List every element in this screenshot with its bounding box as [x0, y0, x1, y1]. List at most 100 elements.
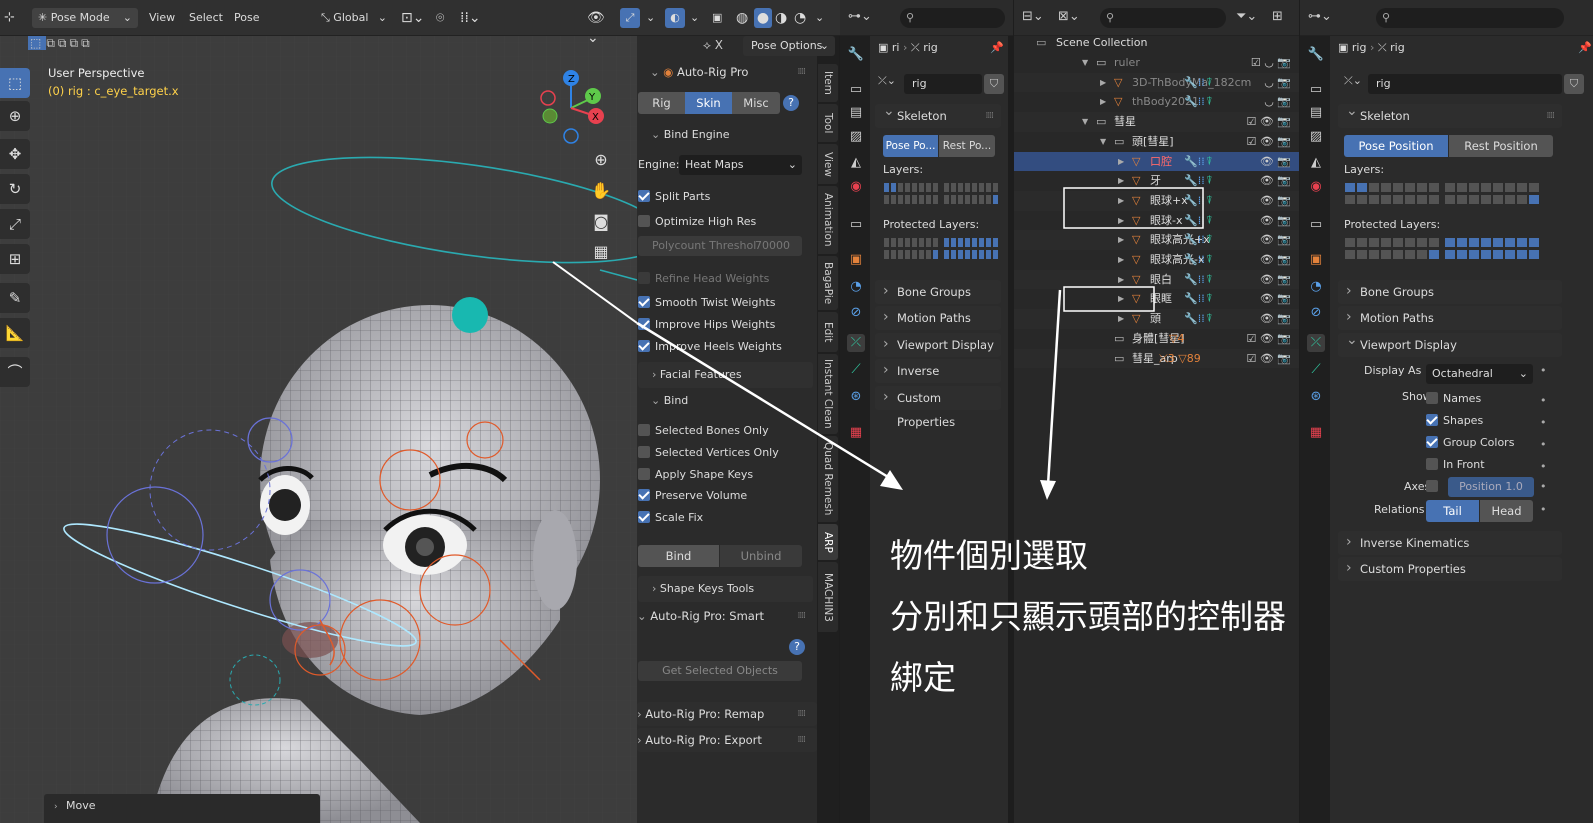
layer-toggle[interactable]	[1480, 194, 1492, 205]
visibility-icons[interactable]: 👁 📷	[1260, 250, 1291, 270]
relations-head-button[interactable]: Head	[1480, 500, 1533, 522]
layer-toggle[interactable]	[985, 237, 992, 248]
constraint-icon[interactable]: ⊘	[1307, 304, 1325, 322]
tab-misc[interactable]: Misc	[732, 92, 780, 114]
drag-handle-icon[interactable]: ⁞⁞⁞⁞	[798, 60, 807, 84]
bind-engine-header[interactable]: ⌄ Bind Engine	[651, 125, 816, 145]
layer-toggle[interactable]	[897, 249, 904, 260]
layer-toggle[interactable]	[1528, 194, 1540, 205]
drag-handle-icon[interactable]: ⁞⁞⁞⁞	[986, 104, 995, 128]
pan-hand-icon[interactable]: ✋	[587, 177, 615, 205]
tab-animation[interactable]: Animation	[818, 186, 838, 254]
outliner-search-input[interactable]: ⚲	[1100, 8, 1226, 28]
selected-vertices-only-checkbox[interactable]: Selected Vertices Only	[638, 443, 803, 463]
layer-toggle[interactable]	[1404, 182, 1416, 193]
datablock-field[interactable]: rig	[1368, 74, 1562, 94]
expand-right-icon[interactable]: ▶	[1118, 250, 1124, 270]
layer-toggle[interactable]	[964, 194, 971, 205]
outliner-row[interactable]: ▭ 彗星_arp ⤫3 ▽89 ☑ 👁 📷	[1014, 348, 1299, 369]
expand-right-icon[interactable]: ▶	[1118, 270, 1124, 290]
layer-toggle[interactable]	[1468, 237, 1480, 248]
outliner-row[interactable]: ▶ ▽ thBody2021 🔧⁞⁞ ⍒ ◡ 📷	[1014, 92, 1299, 112]
layer-toggle[interactable]	[1516, 194, 1528, 205]
mirror-x-icon[interactable]: ⟡ X	[703, 38, 723, 53]
view-layer-icon[interactable]: ▨	[1307, 128, 1325, 146]
armature-data-icon[interactable]: ⤫	[847, 334, 865, 352]
material-shading-icon[interactable]: ◑	[775, 8, 791, 28]
layer-toggle[interactable]	[1404, 249, 1416, 260]
layer-toggle[interactable]	[1416, 194, 1428, 205]
layer-toggle[interactable]	[1428, 194, 1440, 205]
snap-icon[interactable]: ⌾	[436, 8, 456, 28]
layer-toggle[interactable]	[943, 182, 950, 193]
layer-toggle[interactable]	[1344, 182, 1356, 193]
output-icon[interactable]: ▤	[1307, 104, 1325, 122]
layer-toggle[interactable]	[904, 249, 911, 260]
layer-toggle[interactable]	[992, 194, 999, 205]
layer-toggle[interactable]	[950, 237, 957, 248]
tab-machin3[interactable]: MACHIN3	[818, 562, 838, 632]
menu-pose[interactable]: Pose	[234, 8, 259, 28]
bone-layers-grid[interactable]	[1344, 182, 1544, 206]
search-input[interactable]: ⚲	[1376, 8, 1564, 28]
custom-properties-section[interactable]: Custom Properties	[1338, 556, 1562, 581]
help-icon[interactable]: ?	[789, 639, 805, 655]
layer-toggle[interactable]	[1404, 194, 1416, 205]
layer-toggle[interactable]	[1368, 194, 1380, 205]
layer-toggle[interactable]	[1356, 182, 1368, 193]
in-front-checkbox[interactable]: In Front	[1426, 455, 1591, 475]
transform-tool-icon[interactable]: ⊞	[0, 244, 30, 274]
layer-toggle[interactable]	[985, 182, 992, 193]
viewport-display-section[interactable]: Viewport Display	[1338, 328, 1562, 357]
arp-smart-header[interactable]: ⌄ Auto-Rig Pro: Smart ⁞⁞⁞⁞	[637, 604, 817, 628]
layer-toggle[interactable]	[1468, 249, 1480, 260]
outliner-row[interactable]: ▶ ▽ 眼白 🔧⁞⁞ ⍒ 👁 📷	[1014, 269, 1299, 290]
improve-heels-checkbox[interactable]: Improve Heels Weights	[638, 337, 803, 357]
display-as-dropdown[interactable]: Octahedral ⌄	[1426, 364, 1533, 384]
tab-view[interactable]: View	[818, 144, 838, 184]
layer-toggle[interactable]	[992, 182, 999, 193]
outliner-row[interactable]: ▶ ▽ 口腔 🔧⁞⁞ ⍒ 👁 📷	[1014, 151, 1299, 172]
layer-toggle[interactable]	[904, 237, 911, 248]
grid-ortho-icon[interactable]: ▦	[587, 238, 615, 266]
bone-constraint-icon[interactable]: ⊛	[847, 388, 865, 406]
layer-toggle[interactable]	[985, 249, 992, 260]
layer-toggle[interactable]	[911, 237, 918, 248]
expand-down-icon[interactable]: ▼	[1082, 112, 1088, 132]
rendered-shading-icon[interactable]: ◔	[794, 8, 810, 28]
visibility-icon[interactable]: 👁⌄	[587, 8, 615, 46]
camera-icon[interactable]: ◙	[587, 208, 615, 236]
outliner-row[interactable]: ▶ ▽ 頭 🔧⁞⁞ ⍒ 👁 📷	[1014, 309, 1299, 329]
layer-toggle[interactable]	[932, 237, 939, 248]
motion-paths-section[interactable]: Motion Paths	[1338, 305, 1562, 330]
select-invert-icon[interactable]: ⧉	[70, 36, 82, 50]
layer-toggle[interactable]	[911, 194, 918, 205]
layer-toggle[interactable]	[992, 249, 999, 260]
datablock-field[interactable]: rig	[904, 74, 982, 94]
layer-toggle[interactable]	[1428, 237, 1440, 248]
layer-toggle[interactable]	[1356, 249, 1368, 260]
layer-toggle[interactable]	[904, 182, 911, 193]
texture-icon[interactable]: ▦	[847, 424, 865, 442]
layer-toggle[interactable]	[932, 182, 939, 193]
animate-dot-icon[interactable]: •	[1540, 503, 1547, 516]
visibility-icons[interactable]: 👁 📷	[1260, 270, 1291, 290]
outliner-row[interactable]: ▼ ▭ 頭[彗星] ☑ 👁 📷	[1014, 132, 1299, 152]
measure-tool-icon[interactable]: 📐	[0, 318, 30, 348]
visibility-icons[interactable]: 👁 📷	[1260, 171, 1291, 191]
relations-tail-button[interactable]: Tail	[1426, 500, 1479, 522]
outliner-row[interactable]: ▶ ▽ 眼球高光-x 🔧⁞⁞ ⍒ 👁 📷	[1014, 250, 1299, 270]
arp-panel-header[interactable]: ⌄ ◉ Auto-Rig Pro ⁞⁞⁞⁞	[637, 60, 817, 84]
outliner-row[interactable]: ▶ ▽ 3D-ThBodyMa_182cm 🔧⁞⁞ ⍒ ◡ 📷	[1014, 72, 1299, 93]
axes-position-slider[interactable]: Position 1.0	[1448, 477, 1534, 497]
layer-toggle[interactable]	[1368, 182, 1380, 193]
pose-position-button[interactable]: Pose Position	[1344, 135, 1448, 157]
protected-layers-grid[interactable]	[1344, 237, 1544, 261]
rest-position-button[interactable]: Rest Position	[1449, 135, 1553, 157]
layer-toggle[interactable]	[883, 194, 890, 205]
layer-toggle[interactable]	[943, 237, 950, 248]
layer-toggle[interactable]	[1528, 182, 1540, 193]
search-input[interactable]: ⚲	[900, 8, 1005, 28]
gizmo-toggle-icon[interactable]: ⤢	[620, 8, 640, 28]
layer-toggle[interactable]	[1492, 194, 1504, 205]
